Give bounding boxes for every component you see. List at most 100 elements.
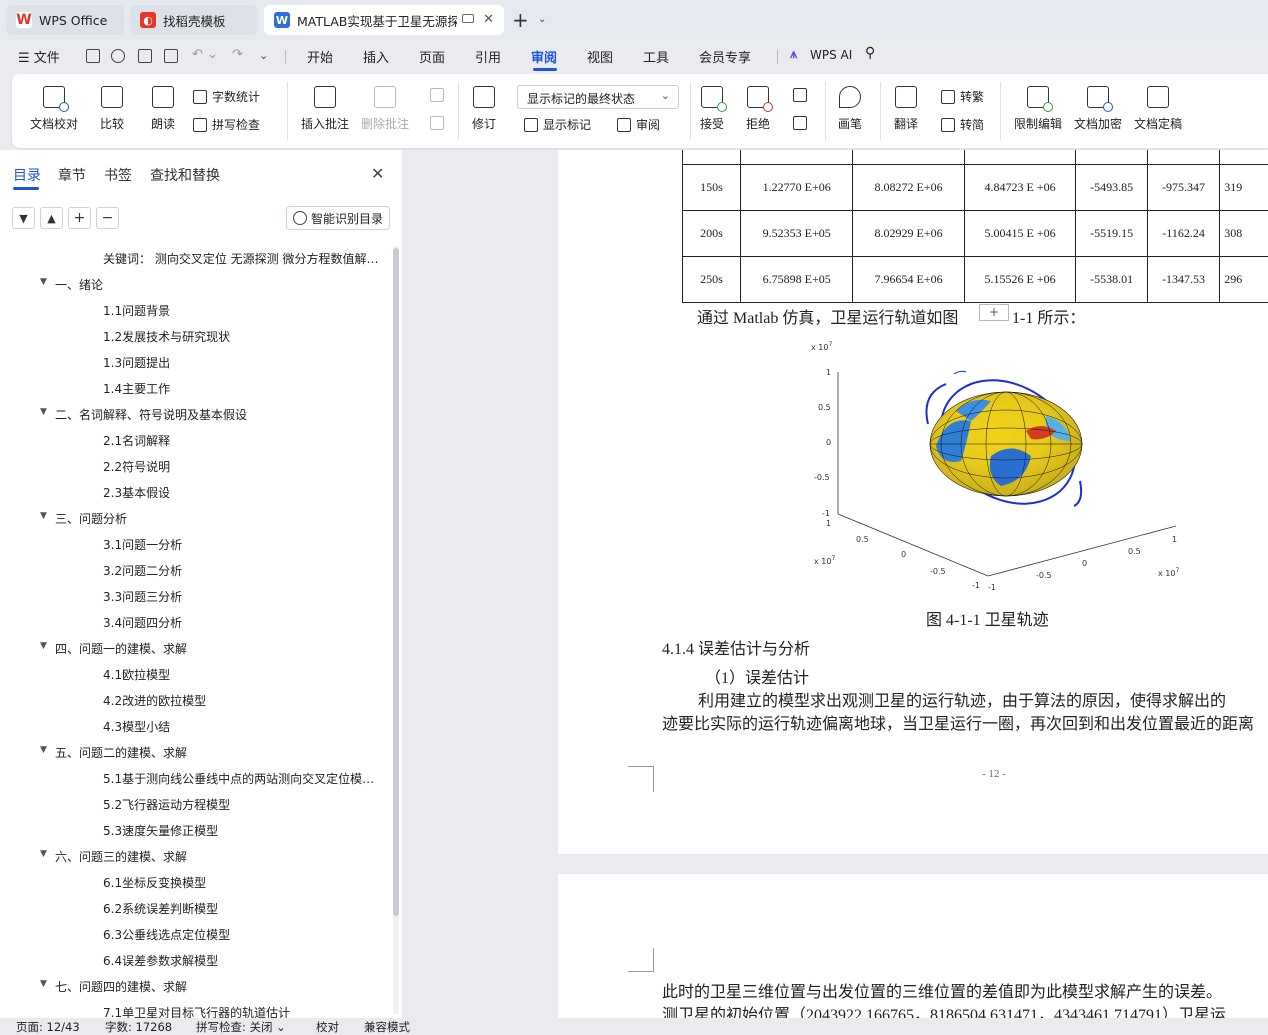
to-simplified-button[interactable]: 转简 bbox=[941, 116, 984, 133]
toc-item[interactable]: 1.4主要工作 bbox=[103, 380, 385, 397]
nav-tab-toc[interactable]: 目录 bbox=[13, 165, 41, 185]
collapse-arrow-icon[interactable]: ▼ bbox=[40, 745, 47, 755]
toc-item[interactable]: 5.2飞行器运动方程模型 bbox=[103, 796, 385, 813]
add-caption-button[interactable]: + bbox=[979, 304, 1009, 321]
menu-review[interactable]: 审阅 bbox=[531, 47, 557, 66]
collapse-all-button[interactable]: ▲ bbox=[40, 207, 63, 229]
menu-insert[interactable]: 插入 bbox=[363, 47, 389, 66]
menu-membership[interactable]: 会员专享 bbox=[699, 47, 751, 66]
accept-button[interactable]: 接受 bbox=[700, 86, 727, 132]
previous-comment-button[interactable] bbox=[430, 88, 449, 102]
toc-item[interactable]: 3.4问题四分析 bbox=[103, 614, 385, 631]
markup-state-dropdown[interactable]: 显示标记的最终状态 ⌄ bbox=[517, 85, 679, 109]
toc-item[interactable]: 一、绪论 bbox=[55, 276, 385, 293]
collapse-arrow-icon[interactable]: ▼ bbox=[40, 979, 47, 989]
show-markup-button[interactable]: 显示标记 bbox=[524, 116, 591, 133]
nav-tab-find-replace[interactable]: 查找和替换 bbox=[150, 165, 220, 185]
collapse-arrow-icon[interactable]: ▼ bbox=[40, 407, 47, 417]
undo-icon[interactable]: ↶ ⌄ bbox=[192, 47, 218, 62]
smart-toc-button[interactable]: 智能识别目录 bbox=[286, 206, 390, 230]
close-icon[interactable]: ✕ bbox=[483, 12, 494, 27]
toc-item[interactable]: 6.3公垂线选点定位模型 bbox=[103, 926, 385, 943]
insert-comment-button[interactable]: 插入批注 bbox=[301, 86, 349, 132]
doc-encrypt-button[interactable]: 文档加密 bbox=[1074, 86, 1122, 132]
file-menu[interactable]: ☰ 文件 bbox=[18, 47, 60, 66]
collapse-arrow-icon[interactable]: ▼ bbox=[40, 641, 47, 651]
remove-heading-button[interactable]: − bbox=[96, 207, 119, 229]
previous-change-button[interactable] bbox=[793, 88, 812, 102]
word-count-indicator[interactable]: 字数: 17268 bbox=[105, 1019, 172, 1035]
print-icon[interactable] bbox=[138, 49, 152, 63]
word-count-button[interactable]: 字数统计 bbox=[193, 88, 260, 105]
tab-document[interactable]: W MATLAB实现基于卫星无源探 ✕ bbox=[264, 5, 504, 35]
share-icon[interactable] bbox=[111, 49, 125, 63]
review-pane-button[interactable]: 审阅 bbox=[617, 116, 660, 133]
chevron-down-icon[interactable]: ⌄ bbox=[538, 14, 546, 25]
toc-scrollbar-thumb[interactable] bbox=[393, 248, 399, 916]
redo-icon[interactable]: ↷ bbox=[232, 47, 243, 62]
quick-access-more-icon[interactable]: ⌄ bbox=[259, 49, 268, 62]
tab-template[interactable]: ◐ 找稻壳模板 bbox=[130, 5, 258, 35]
collapse-arrow-icon[interactable]: ▼ bbox=[40, 511, 47, 521]
save-icon[interactable] bbox=[86, 49, 100, 63]
toc-item[interactable]: 2.2符号说明 bbox=[103, 458, 385, 475]
menu-home[interactable]: 开始 bbox=[307, 47, 333, 66]
toc-item[interactable]: 四、问题一的建模、求解 bbox=[55, 640, 385, 657]
page-indicator[interactable]: 页面: 12/43 bbox=[16, 1019, 80, 1035]
search-icon[interactable]: ⚲ bbox=[865, 45, 875, 61]
tab-wps-office[interactable]: W WPS Office bbox=[6, 5, 124, 35]
menu-view[interactable]: 视图 bbox=[587, 47, 613, 66]
toc-item[interactable]: 3.3问题三分析 bbox=[103, 588, 385, 605]
restrict-edit-button[interactable]: 限制编辑 bbox=[1014, 86, 1062, 132]
spell-check-indicator[interactable]: 拼写检查: 关闭 ⌄ bbox=[196, 1019, 286, 1035]
reject-button[interactable]: 拒绝 bbox=[746, 86, 773, 132]
toc-item[interactable]: 7.1单卫星对目标飞行器的轨道估计 bbox=[103, 1004, 385, 1018]
compare-button[interactable]: 比较 bbox=[100, 86, 124, 132]
toc-item[interactable]: 4.3模型小结 bbox=[103, 718, 385, 735]
toc-item[interactable]: 1.2发展技术与研究现状 bbox=[103, 328, 385, 345]
wps-ai-button[interactable]: WPS AI bbox=[810, 48, 852, 62]
nav-tab-bookmarks[interactable]: 书签 bbox=[104, 165, 132, 185]
toc-item[interactable]: 3.2问题二分析 bbox=[103, 562, 385, 579]
close-icon[interactable]: ✕ bbox=[371, 164, 384, 183]
toc-item[interactable]: 五、问题二的建模、求解 bbox=[55, 744, 385, 761]
toc-item[interactable]: 6.4误差参数求解模型 bbox=[103, 952, 385, 969]
doc-finalize-button[interactable]: 文档定稿 bbox=[1134, 86, 1182, 132]
menu-page[interactable]: 页面 bbox=[419, 47, 445, 66]
to-traditional-button[interactable]: 转繁 bbox=[941, 88, 984, 105]
toc-item[interactable]: 六、问题三的建模、求解 bbox=[55, 848, 385, 865]
delete-comment-button[interactable]: 删除批注 bbox=[361, 86, 409, 132]
document-page[interactable]: 此时的卫星三维位置与出发位置的三维位置的差值即为此模型求解产生的误差。 测卫星的… bbox=[558, 874, 1268, 1018]
wps-ai-icon[interactable]: ⩚ bbox=[790, 47, 797, 62]
track-changes-button[interactable]: 修订 bbox=[472, 86, 496, 132]
toc-item[interactable]: 二、名词解释、符号说明及基本假设 bbox=[55, 406, 385, 423]
print-preview-icon[interactable] bbox=[164, 49, 178, 63]
proofread-indicator[interactable]: 校对 bbox=[316, 1019, 339, 1035]
read-aloud-button[interactable]: 朗读 bbox=[151, 86, 175, 132]
spell-check-button[interactable]: 拼写检查 bbox=[193, 116, 260, 133]
menu-tools[interactable]: 工具 bbox=[643, 47, 669, 66]
toc-item[interactable]: 2.1名词解释 bbox=[103, 432, 385, 449]
document-page[interactable]: 150s 1.22770 E+06 8.08272 E+06 4.84723 E +0… bbox=[558, 150, 1268, 854]
toc-item[interactable]: 关键词： 测向交叉定位 无源探测 微分方程数值解… bbox=[103, 250, 385, 267]
toc-item[interactable]: 5.1基于测向线公垂线中点的两站测向交叉定位模… bbox=[103, 770, 385, 787]
document-area[interactable]: 150s 1.22770 E+06 8.08272 E+06 4.84723 E +0… bbox=[402, 150, 1268, 1018]
toc-item[interactable]: 3.1问题一分析 bbox=[103, 536, 385, 553]
collapse-arrow-icon[interactable]: ▼ bbox=[40, 849, 47, 859]
doc-check-button[interactable]: 文档校对 bbox=[30, 86, 78, 132]
toc-item[interactable]: 1.3问题提出 bbox=[103, 354, 385, 371]
toc-item[interactable]: 5.3速度矢量修正模型 bbox=[103, 822, 385, 839]
add-heading-button[interactable]: + bbox=[68, 207, 91, 229]
toc-item[interactable]: 4.1欧拉模型 bbox=[103, 666, 385, 683]
new-tab-plus-icon[interactable]: + bbox=[512, 8, 529, 32]
screen-icon[interactable] bbox=[462, 14, 474, 23]
next-change-button[interactable] bbox=[793, 116, 812, 130]
toc-item[interactable]: 三、问题分析 bbox=[55, 510, 385, 527]
next-comment-button[interactable] bbox=[430, 116, 449, 130]
toc-item[interactable]: 6.1坐标反变换模型 bbox=[103, 874, 385, 891]
toc-item[interactable]: 七、问题四的建模、求解 bbox=[55, 978, 385, 995]
toc-item[interactable]: 2.3基本假设 bbox=[103, 484, 385, 501]
toc-item[interactable]: 1.1问题背景 bbox=[103, 302, 385, 319]
collapse-arrow-icon[interactable]: ▼ bbox=[40, 277, 47, 287]
nav-tab-chapters[interactable]: 章节 bbox=[58, 165, 86, 185]
